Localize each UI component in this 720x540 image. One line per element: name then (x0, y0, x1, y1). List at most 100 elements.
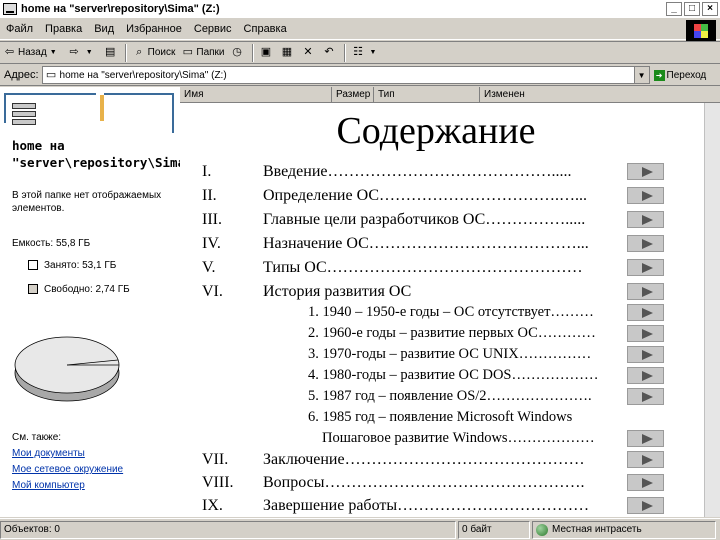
menu-favorites[interactable]: Избранное (120, 23, 188, 35)
play-button[interactable] (627, 388, 664, 405)
views-button[interactable]: ☷ ▼ (349, 43, 385, 63)
link-my-documents[interactable]: Мои документы (12, 447, 85, 460)
play-button[interactable] (627, 259, 664, 276)
address-field[interactable]: ▭ home на "server\repository\Sima" (Z:) … (41, 66, 650, 84)
link-network-places[interactable]: Мое сетевое окружение (12, 463, 123, 476)
size-indicator: 0 байт (458, 520, 530, 539)
content-pane: home на "server\repository\Sima В этой п… (0, 87, 720, 517)
free-legend-swatch (28, 284, 38, 294)
column-size[interactable]: Размер (332, 87, 374, 103)
zone-indicator: Местная интрасеть (532, 520, 716, 539)
web-view-panel: home на "server\repository\Sima В этой п… (0, 87, 180, 517)
toc-item: I. Введение……………………………………..... (202, 161, 672, 183)
toc-number: VI. (202, 283, 223, 300)
toc-text: Заключение……………………………………… (263, 451, 585, 468)
vertical-scrollbar[interactable] (704, 103, 720, 517)
drive-icon (3, 3, 17, 15)
go-label: Переход (666, 69, 707, 81)
back-button[interactable]: ⇦ Назад ▼ (0, 43, 65, 63)
copy-to-button[interactable]: ▦ (278, 43, 299, 63)
back-label: Назад (18, 47, 47, 58)
column-modified[interactable]: Изменен (480, 87, 720, 103)
toc-number: III. (202, 211, 222, 228)
delete-button[interactable]: ✕ (299, 43, 320, 63)
toc-text: Типы ОС………………………………………… (263, 259, 583, 276)
menu-view[interactable]: Вид (88, 23, 120, 35)
toc-number: II. (202, 187, 217, 204)
maximize-button[interactable]: □ (684, 2, 700, 16)
close-button[interactable]: × (702, 2, 718, 16)
drive-icon: ▭ (45, 68, 57, 81)
undo-icon: ↶ (324, 46, 334, 58)
toc-text: Главные цели разработчиков ОС……………..... (263, 211, 586, 228)
play-button[interactable] (627, 211, 664, 228)
up-folder-icon: ▤ (104, 46, 116, 58)
play-button[interactable] (627, 187, 664, 204)
toc-subitem: 6. 1985 год – появление Microsoft Window… (308, 409, 573, 425)
play-button[interactable] (627, 283, 664, 300)
menu-help[interactable]: Справка (238, 23, 293, 35)
folders-button[interactable]: ▭ Папки (178, 43, 227, 63)
toc-text: Назначение ОС…………………………………... (263, 235, 589, 252)
menu-edit[interactable]: Правка (39, 23, 88, 35)
toc-item: VIII. Вопросы…………………………………………. (202, 472, 672, 494)
play-button[interactable] (627, 346, 664, 363)
decor-frame (104, 93, 174, 133)
forward-button[interactable]: ⇨ ▼ (65, 43, 101, 63)
chevron-down-icon[interactable]: ▼ (47, 46, 60, 59)
decor-bar (100, 95, 104, 121)
menu-tools[interactable]: Сервис (188, 23, 238, 35)
status-bar: Объектов: 0 0 байт Местная интрасеть (0, 518, 720, 540)
minimize-button[interactable]: _ (666, 2, 682, 16)
play-button[interactable] (627, 474, 664, 491)
play-button[interactable] (627, 497, 664, 514)
chevron-down-icon[interactable]: ▼ (83, 46, 96, 59)
toc-item: IX. Завершение работы……………………………… (202, 495, 672, 517)
play-button[interactable] (627, 451, 664, 468)
toc-item: V. Типы ОС………………………………………… (202, 257, 672, 279)
move-to-button[interactable]: ▣ (257, 43, 278, 63)
play-button[interactable] (627, 235, 664, 252)
free-space-text: Свободно: 2,74 ГБ (44, 284, 130, 295)
play-button[interactable] (627, 367, 664, 384)
copy-to-icon: ▦ (281, 46, 293, 58)
chevron-down-icon[interactable]: ▼ (367, 46, 380, 59)
menu-file[interactable]: Файл (0, 23, 39, 35)
toc-item: VII. Заключение……………………………………… (202, 449, 672, 471)
back-arrow-icon: ⇦ (4, 46, 15, 58)
column-type[interactable]: Тип (374, 87, 480, 103)
toc-text: Введение……………………………………..... (263, 163, 572, 180)
views-icon: ☷ (353, 46, 363, 58)
used-legend-swatch (28, 260, 38, 270)
play-button[interactable] (627, 163, 664, 180)
search-button[interactable]: ⌕ Поиск (130, 43, 179, 63)
toc-number: I. (202, 163, 212, 180)
history-button[interactable]: ◷ (228, 43, 249, 63)
toolbar: ⇦ Назад ▼ ⇨ ▼ ▤ ⌕ Поиск ▭ Папки ◷ ▣ ▦ ✕ ↶… (0, 41, 720, 64)
folder-title: home на "server\repository\Sima (12, 138, 180, 170)
slide-contents: Содержание I. Введение…………………………………….....… (180, 103, 720, 517)
delete-icon: ✕ (303, 46, 313, 58)
play-button[interactable] (627, 304, 664, 321)
disk-usage-pie (14, 336, 120, 402)
play-button[interactable] (627, 430, 664, 447)
window-title: home на "server\repository\Sima" (Z:) (21, 3, 220, 15)
folders-label: Папки (196, 47, 225, 58)
object-count: Объектов: 0 (0, 520, 456, 539)
toc-number: VIII. (202, 474, 234, 491)
title-bar: home на "server\repository\Sima" (Z:) _ … (0, 0, 720, 18)
up-folder-button[interactable]: ▤ (101, 43, 122, 63)
go-button[interactable]: ➜ Переход (653, 69, 707, 81)
menu-bar: Файл Правка Вид Избранное Сервис Справка (0, 19, 720, 40)
link-my-computer[interactable]: Мой компьютер (12, 479, 85, 492)
undo-button[interactable]: ↶ (320, 43, 341, 63)
toc-subitem: 5. 1987 год – появление OS/2…………………. (308, 388, 592, 404)
toc-number: IX. (202, 497, 223, 514)
see-also-label: См. также: (12, 432, 62, 443)
column-name[interactable]: Имя (180, 87, 332, 103)
toc-item: III. Главные цели разработчиков ОС……………..… (202, 209, 672, 231)
toc-subitem: 1. 1940 – 1950-е годы – ОС отсутствует……… (308, 304, 594, 320)
search-icon: ⌕ (136, 46, 143, 58)
play-button[interactable] (627, 325, 664, 342)
address-dropdown-button[interactable]: ▼ (633, 67, 649, 83)
